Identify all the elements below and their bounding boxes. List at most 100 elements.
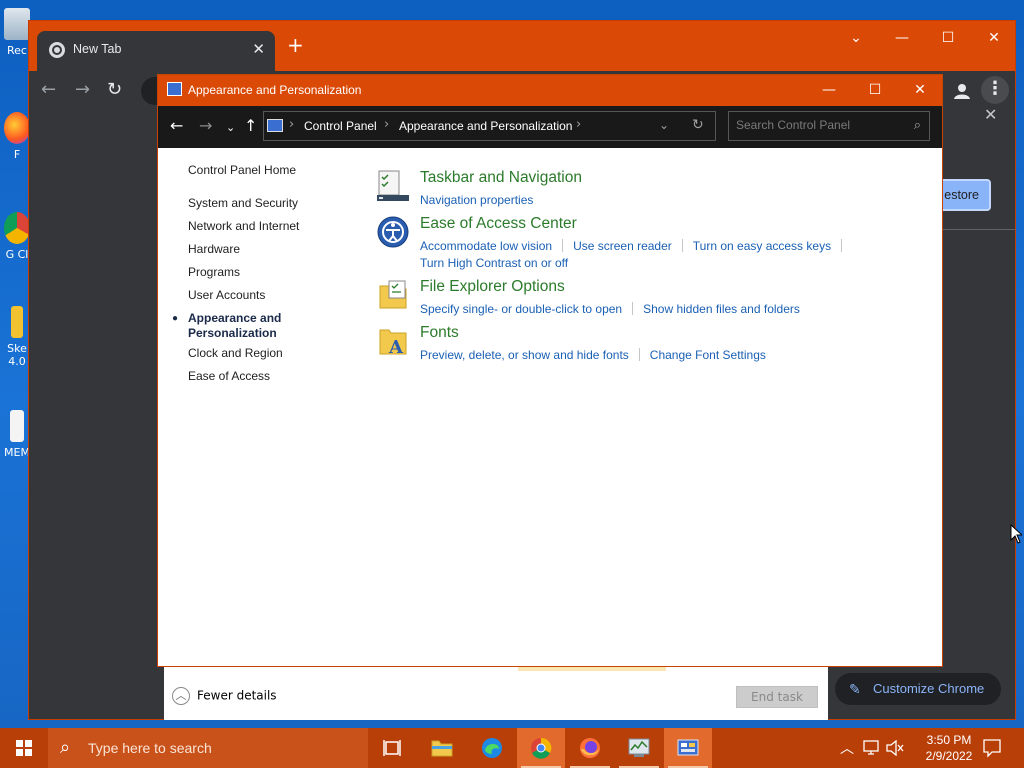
sidebar-item-ease-of-access[interactable]: Ease of Access [188, 369, 270, 383]
breadcrumb-appearance[interactable]: Appearance and Personalization [399, 119, 572, 133]
refresh-icon[interactable]: ↻ [692, 117, 704, 133]
chevron-right-icon[interactable]: › [384, 117, 389, 132]
link-change-font-settings[interactable]: Change Font Settings [650, 348, 766, 362]
task-manager-button[interactable] [615, 728, 663, 768]
chrome-taskbar-button[interactable] [517, 728, 565, 768]
profile-icon[interactable] [951, 80, 973, 102]
link-accommodate-low-vision[interactable]: Accommodate low vision [420, 239, 552, 253]
fonts-folder-icon[interactable]: A [376, 324, 410, 358]
fewer-details-label: Fewer details [197, 688, 277, 703]
end-task-button[interactable]: End task [736, 686, 818, 708]
up-arrow-icon[interactable]: ↑ [244, 117, 257, 135]
forward-arrow-icon[interactable]: → [75, 79, 90, 101]
clock-time: 3:50 PM [926, 733, 972, 747]
search-icon[interactable]: ⌕ [914, 118, 921, 133]
sidebar-item-programs[interactable]: Programs [188, 265, 240, 279]
firefox-icon [4, 112, 30, 144]
link-easy-access-keys[interactable]: Turn on easy access keys [693, 239, 831, 253]
reload-icon[interactable]: ↻ [107, 79, 122, 101]
link-show-hidden-files[interactable]: Show hidden files and folders [643, 302, 800, 316]
chrome-icon [4, 212, 30, 244]
chrome-titlebar[interactable]: New Tab ✕ + ⌄ — ☐ ✕ [29, 21, 1015, 71]
mouse-cursor-icon [1010, 524, 1022, 544]
search-input[interactable] [736, 118, 896, 132]
back-arrow-icon[interactable]: ← [170, 117, 183, 135]
category-title[interactable]: Taskbar and Navigation [420, 169, 582, 187]
chrome-maximize-button[interactable]: ☐ [925, 27, 971, 49]
volume-muted-icon[interactable] [886, 740, 904, 756]
link-preview-fonts[interactable]: Preview, delete, or show and hide fonts [420, 348, 629, 362]
desktop-icon-label: F [13, 148, 21, 161]
cp-close-button[interactable]: ✕ [897, 75, 943, 106]
folder-options-icon[interactable] [376, 278, 410, 312]
customize-chrome-button[interactable]: ✎ Customize Chrome [835, 673, 1001, 705]
back-arrow-icon[interactable]: ← [41, 79, 56, 101]
search-icon: ⌕ [60, 737, 71, 758]
chrome-menu-button[interactable]: ⋮ [981, 76, 1009, 104]
chevron-down-icon[interactable]: ⌄ [659, 118, 669, 132]
cp-minimize-button[interactable]: — [806, 75, 852, 106]
link-separator [638, 348, 640, 361]
folder-icon [11, 306, 23, 338]
customize-chrome-label: Customize Chrome [873, 681, 985, 696]
link-single-double-click[interactable]: Specify single- or double-click to open [420, 302, 622, 316]
category-title[interactable]: File Explorer Options [420, 278, 565, 296]
desktop-icon-label: Ske 4.0 [7, 342, 27, 368]
tab-search-button[interactable]: ⌄ [833, 27, 879, 49]
chrome-minimize-button[interactable]: — [879, 27, 925, 49]
link-separator [562, 239, 564, 252]
tab-close-icon[interactable]: ✕ [252, 40, 265, 58]
link-navigation-properties[interactable]: Navigation properties [420, 193, 533, 207]
link-separator [841, 239, 843, 252]
control-panel-taskbar-button[interactable] [664, 728, 712, 768]
task-view-icon [383, 740, 401, 756]
sidebar-item-hardware[interactable]: Hardware [188, 242, 240, 256]
sidebar-item-home[interactable]: Control Panel Home [188, 163, 296, 177]
firefox-button[interactable] [566, 728, 614, 768]
network-icon[interactable] [862, 740, 880, 756]
forward-arrow-icon[interactable]: → [199, 117, 212, 135]
sidebar-item-network[interactable]: Network and Internet [188, 219, 299, 233]
pencil-icon: ✎ [849, 681, 861, 697]
chevron-right-icon[interactable]: › [289, 117, 294, 132]
chrome-close-button[interactable]: ✕ [971, 27, 1017, 49]
recent-locations-icon[interactable]: ⌄ [226, 119, 235, 137]
fewer-details-button[interactable]: ︿ Fewer details [172, 687, 277, 705]
desktop-icon-label: G Cl [5, 248, 29, 261]
file-explorer-button[interactable] [418, 728, 466, 768]
sidebar-item-user-accounts[interactable]: User Accounts [188, 288, 265, 302]
chevron-up-icon: ︿ [172, 687, 190, 705]
bullet-icon: ● [172, 313, 179, 324]
sidebar-item-clock-region[interactable]: Clock and Region [188, 346, 283, 360]
link-high-contrast[interactable]: Turn High Contrast on or off [420, 256, 568, 270]
category-title[interactable]: Ease of Access Center [420, 215, 577, 233]
clock[interactable]: 3:50 PM 2/9/2022 [914, 732, 984, 764]
breadcrumb-control-panel[interactable]: Control Panel [304, 119, 377, 133]
taskbar-search[interactable]: ⌕ Type here to search [48, 728, 368, 768]
chevron-right-icon[interactable]: › [576, 117, 581, 132]
chevron-up-icon[interactable]: ︿ [840, 738, 854, 758]
control-panel-titlebar[interactable]: Appearance and Personalization — ☐ ✕ [158, 75, 942, 106]
search-box[interactable]: ⌕ [728, 111, 930, 141]
tab-new-tab[interactable]: New Tab ✕ [37, 31, 275, 71]
taskbar-icon[interactable] [376, 169, 410, 203]
start-button[interactable] [0, 728, 48, 768]
address-bar[interactable]: › Control Panel › Appearance and Persona… [263, 111, 716, 141]
tab-title: New Tab [73, 42, 122, 56]
sidebar-item-system-security[interactable]: System and Security [188, 196, 298, 210]
new-tab-button[interactable]: + [287, 34, 304, 56]
infobar-close-icon[interactable]: ✕ [984, 105, 997, 124]
control-panel-icon [677, 739, 699, 756]
system-tray: ︿ 3:50 PM 2/9/2022 [834, 728, 1024, 768]
ease-of-access-icon[interactable] [376, 215, 410, 249]
cpu-highlight-strip [518, 667, 666, 671]
notification-center-icon[interactable] [982, 738, 1002, 758]
link-separator [681, 239, 683, 252]
taskbar: ⌕ Type here to search ︿ 3:50 PM 2/9/2022 [0, 728, 1024, 768]
link-use-screen-reader[interactable]: Use screen reader [573, 239, 672, 253]
edge-button[interactable] [468, 728, 516, 768]
task-view-button[interactable] [368, 728, 416, 768]
sidebar-item-appearance[interactable]: ● Appearance and Personalization [172, 311, 298, 341]
cp-maximize-button[interactable]: ☐ [852, 75, 898, 106]
category-title[interactable]: Fonts [420, 324, 459, 342]
